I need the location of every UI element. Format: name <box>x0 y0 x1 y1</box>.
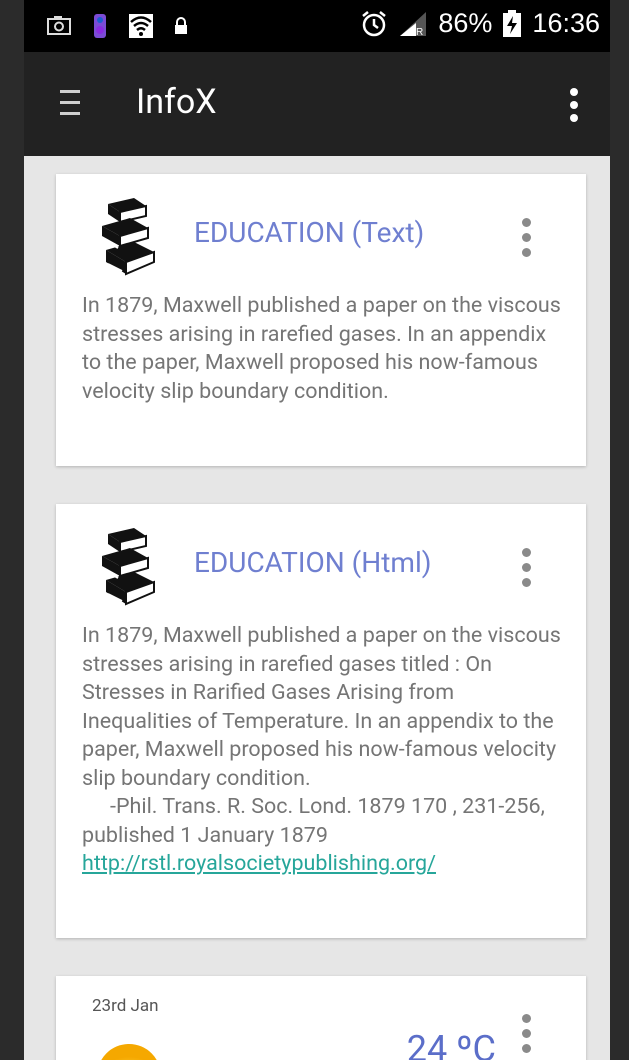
more-vert-icon-dot <box>522 563 531 572</box>
books-icon <box>102 528 155 606</box>
battery-charging-icon <box>503 9 522 37</box>
sun-icon <box>101 1044 157 1060</box>
menu-icon-bar <box>60 90 80 93</box>
more-vert-icon-dot <box>522 248 531 257</box>
card-list[interactable]: EDUCATION (Text) In 1879, Maxwell publis… <box>24 156 610 1060</box>
app-title: InfoX <box>136 82 217 122</box>
lock-icon <box>175 17 187 34</box>
more-vert-icon <box>570 88 578 96</box>
citation-text: -Phil. Trans. R. Soc. Lond. 1879 170 , 2… <box>82 794 545 848</box>
menu-icon-bar <box>60 112 80 115</box>
card-body-html: In 1879, Maxwell published a paper on th… <box>82 622 564 879</box>
more-vert-icon <box>522 1014 531 1023</box>
clock-time: 16:36 <box>532 8 600 38</box>
navigation-menu-button[interactable] <box>60 90 82 120</box>
more-vert-icon-dot <box>570 114 578 122</box>
books-icon <box>102 198 155 276</box>
alarm-icon <box>362 10 387 36</box>
more-vert-icon-dot <box>522 233 531 242</box>
weather-card[interactable]: 23rd Jan 24 ºC <box>56 976 586 1060</box>
wifi-icon <box>129 14 153 38</box>
status-bar: R 86% 16:36 <box>24 0 610 52</box>
card-title: EDUCATION (Html) <box>194 546 432 579</box>
status-bar-right: R 86% 16:36 <box>360 8 600 39</box>
source-link[interactable]: http://rstl.royalsocietypublishing.org/ <box>82 851 436 876</box>
card-body-text: In 1879, Maxwell published a paper on th… <box>82 623 561 791</box>
more-vert-icon-dot <box>522 1044 531 1053</box>
battery-percentage: 86% <box>438 8 493 38</box>
overflow-menu-button[interactable] <box>570 88 580 122</box>
more-vert-icon <box>522 218 531 227</box>
phone-screen: R 86% 16:36 InfoX EDUCATION (Text) In 18… <box>24 0 610 1060</box>
app-bar: InfoX <box>24 52 610 156</box>
status-bar-left <box>46 12 188 40</box>
education-text-card[interactable]: EDUCATION (Text) In 1879, Maxwell publis… <box>56 174 586 466</box>
more-vert-icon <box>522 548 531 557</box>
menu-icon-bar <box>60 101 80 104</box>
weather-date: 23rd Jan <box>92 996 159 1016</box>
more-vert-icon-dot <box>570 101 578 109</box>
card-overflow-menu-button[interactable] <box>522 1014 532 1054</box>
card-title: EDUCATION (Text) <box>194 216 425 249</box>
app-notification-icon <box>94 14 106 38</box>
signal-icon: R <box>400 11 427 38</box>
card-overflow-menu-button[interactable] <box>522 218 532 258</box>
screenshot-icon <box>47 16 71 35</box>
education-html-card[interactable]: EDUCATION (Html) In 1879, Maxwell publis… <box>56 504 586 938</box>
card-overflow-menu-button[interactable] <box>522 548 532 588</box>
more-vert-icon-dot <box>522 1029 531 1038</box>
more-vert-icon-dot <box>522 578 531 587</box>
card-body-text: In 1879, Maxwell published a paper on th… <box>82 293 561 404</box>
svg-text:R: R <box>416 27 423 38</box>
temperature: 24 ºC <box>406 1028 496 1060</box>
